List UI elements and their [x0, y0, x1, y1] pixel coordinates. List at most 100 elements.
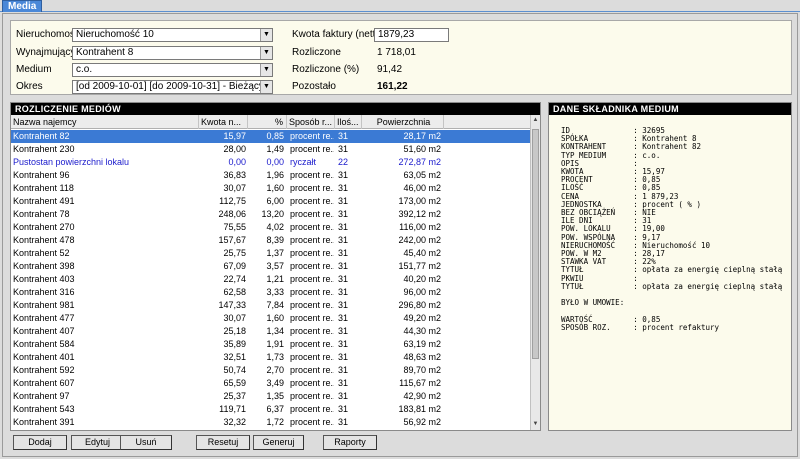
- table-row[interactable]: Kontrahent 543 119,71 6,37 procent re... 31 1…: [11, 403, 532, 416]
- table-cell: 7,84: [266, 300, 284, 310]
- table-row[interactable]: Kontrahent 230 28,00 1,49 procent re... 31 51…: [11, 143, 532, 156]
- table-cell: 0,85: [266, 131, 284, 141]
- table-row[interactable]: Kontrahent 403 22,74 1,21 procent re... 31 40…: [11, 273, 532, 286]
- table-cell: Kontrahent 491: [13, 196, 75, 206]
- table-row[interactable]: Kontrahent 78 248,06 13,20 procent re... 31 3…: [11, 208, 532, 221]
- table-cell: procent re...: [290, 144, 334, 154]
- table-cell: 31: [338, 391, 349, 401]
- table-cell: 31: [338, 209, 349, 219]
- table-cell: Kontrahent 96: [13, 170, 70, 180]
- table-row[interactable]: Kontrahent 39324,811,32 procent re... 31 43…: [11, 429, 532, 430]
- medium-select[interactable]: c.o. ▼: [72, 63, 273, 77]
- table-cell: 1,60: [266, 313, 284, 323]
- table-row[interactable]: Kontrahent 592 50,74 2,70 procent re... 31 89…: [11, 364, 532, 377]
- edit-button[interactable]: Edytuj: [71, 435, 124, 450]
- table-row[interactable]: Kontrahent 607 65,59 3,49 procent re... 31 11…: [11, 377, 532, 390]
- table-cell: Kontrahent 981: [13, 300, 75, 310]
- table-cell: 31: [338, 404, 349, 414]
- table-cell: 242,00 m2: [398, 235, 441, 245]
- table-cell: 31: [338, 417, 349, 427]
- reports-button[interactable]: Raporty: [323, 435, 377, 450]
- chevron-down-icon[interactable]: ▼: [260, 81, 272, 93]
- delete-button[interactable]: Usuń: [120, 435, 172, 450]
- table-cell: procent re...: [290, 391, 334, 401]
- table-cell: 151,77 m2: [398, 261, 441, 271]
- table-cell: 1,73: [266, 352, 284, 362]
- column-header-kwota[interactable]: Kwota n...: [199, 115, 248, 129]
- column-header-procent[interactable]: %: [248, 115, 287, 129]
- table-row[interactable]: Kontrahent 391 32,32 1,72 procent re... 31 56…: [11, 416, 532, 429]
- scrollbar-thumb[interactable]: [532, 129, 539, 359]
- rozliczone-value: 1 718,01: [377, 47, 416, 58]
- table-cell: procent re...: [290, 131, 334, 141]
- table-row[interactable]: Kontrahent 52 25,75 1,37 procent re... 31 45,…: [11, 247, 532, 260]
- scroll-down-icon[interactable]: ▼: [531, 419, 540, 430]
- table-cell: 49,20 m2: [403, 313, 441, 323]
- nieruchomosc-value: Nieruchomość 10: [76, 29, 154, 40]
- nieruchomosc-select[interactable]: Nieruchomość 10 ▼: [72, 28, 273, 42]
- table-cell: procent re...: [290, 378, 334, 388]
- table-row[interactable]: Kontrahent 401 32,51 1,73 procent re... 31 48…: [11, 351, 532, 364]
- table-row[interactable]: Kontrahent 82 15,97 0,85 procent re... 31 28,…: [11, 130, 532, 143]
- scrollbar[interactable]: ▲ ▼: [530, 115, 540, 430]
- column-header-nazwa[interactable]: Nazwa najemcy: [11, 115, 199, 129]
- table-cell: 42,90 m2: [403, 391, 441, 401]
- table-row[interactable]: Kontrahent 584 35,89 1,91 procent re... 31 63…: [11, 338, 532, 351]
- chevron-down-icon[interactable]: ▼: [260, 64, 272, 76]
- kwota-label: Kwota faktury (netto): [292, 29, 385, 40]
- table-cell: 31: [338, 248, 349, 258]
- table-cell: Kontrahent 543: [13, 404, 75, 414]
- table-row[interactable]: Kontrahent 270 75,55 4,02 procent re... 31 11…: [11, 221, 532, 234]
- okres-select[interactable]: [od 2009-10-01] [do 2009-10-31] - Bieżąc…: [72, 80, 273, 94]
- table-cell: procent re...: [290, 313, 334, 323]
- table-row[interactable]: Kontrahent 118 30,07 1,60 procent re... 31 46…: [11, 182, 532, 195]
- chevron-down-icon[interactable]: ▼: [260, 29, 272, 41]
- table-cell: Kontrahent 118: [13, 183, 74, 193]
- table-cell: 31: [338, 429, 360, 430]
- table-cell: procent re...: [290, 417, 334, 427]
- table-cell: Kontrahent 477: [13, 313, 75, 323]
- table-cell: procent re...: [290, 300, 334, 310]
- table-row[interactable]: Kontrahent 981 147,33 7,84 procent re... 31 2…: [11, 299, 532, 312]
- details-panel-title: DANE SKŁADNIKA MEDIUM: [549, 103, 791, 115]
- table-cell: Kontrahent 401: [13, 352, 75, 362]
- medium-value: c.o.: [76, 64, 93, 75]
- table-row[interactable]: Kontrahent 491 112,75 6,00 procent re... 31 1…: [11, 195, 532, 208]
- table-cell: 96,00 m2: [403, 287, 441, 297]
- table-cell: Kontrahent 584: [13, 339, 75, 349]
- rozliczone-pct-label: Rozliczone (%): [292, 64, 360, 75]
- table-row[interactable]: Kontrahent 97 25,37 1,35 procent re... 31 42,…: [11, 390, 532, 403]
- table-row[interactable]: Kontrahent 96 36,83 1,96 procent re... 31 63,…: [11, 169, 532, 182]
- table-cell: Kontrahent 592: [13, 365, 75, 375]
- table-cell: 31: [338, 131, 349, 141]
- chevron-down-icon[interactable]: ▼: [260, 47, 272, 59]
- column-header-powierzchnia[interactable]: Powierzchnia: [362, 115, 444, 129]
- table-cell: 116,00 m2: [399, 222, 441, 232]
- table-cell: 46,00 m2: [403, 183, 441, 193]
- tab-media[interactable]: Media: [2, 0, 43, 12]
- generate-button[interactable]: Generuj: [253, 435, 304, 450]
- table-header: Nazwa najemcy Kwota n... % Sposób r... I…: [11, 115, 532, 129]
- table-row[interactable]: Kontrahent 477 30,07 1,60 procent re... 31 49…: [11, 312, 532, 325]
- table-cell: procent re...: [290, 261, 334, 271]
- button-bar: Dodaj Edytuj Usuń Resetuj Generuj Raport…: [10, 435, 541, 453]
- table-cell: 32,32: [223, 417, 246, 427]
- table-row[interactable]: Kontrahent 316 62,58 3,33 procent re... 31 96…: [11, 286, 532, 299]
- column-header-ilosc[interactable]: Iloś...: [335, 115, 362, 129]
- table-cell: 28,00: [223, 144, 246, 154]
- scroll-up-icon[interactable]: ▲: [531, 115, 540, 126]
- table-row[interactable]: Kontrahent 398 67,09 3,57 procent re... 31 15…: [11, 260, 532, 273]
- table-cell: 63,05 m2: [403, 170, 441, 180]
- table-cell: 32,51: [223, 352, 246, 362]
- wynajmujacy-select[interactable]: Kontrahent 8 ▼: [72, 46, 273, 60]
- column-header-sposob[interactable]: Sposób r...: [287, 115, 335, 129]
- reset-button[interactable]: Resetuj: [196, 435, 250, 450]
- table-cell: procent re...: [290, 235, 334, 245]
- table-row[interactable]: Pustostan powierzchni lokalu 0,00 0,00 rycz…: [11, 156, 532, 169]
- details-panel: DANE SKŁADNIKA MEDIUM ID : 32695 SPÓŁKA …: [548, 102, 792, 431]
- add-button[interactable]: Dodaj: [13, 435, 67, 450]
- kwota-input[interactable]: 1879,23: [374, 28, 449, 42]
- table-cell: procent re...: [290, 196, 334, 206]
- table-row[interactable]: Kontrahent 478 157,67 8,39 procent re... 31 2…: [11, 234, 532, 247]
- table-row[interactable]: Kontrahent 407 25,18 1,34 procent re... 31 44…: [11, 325, 532, 338]
